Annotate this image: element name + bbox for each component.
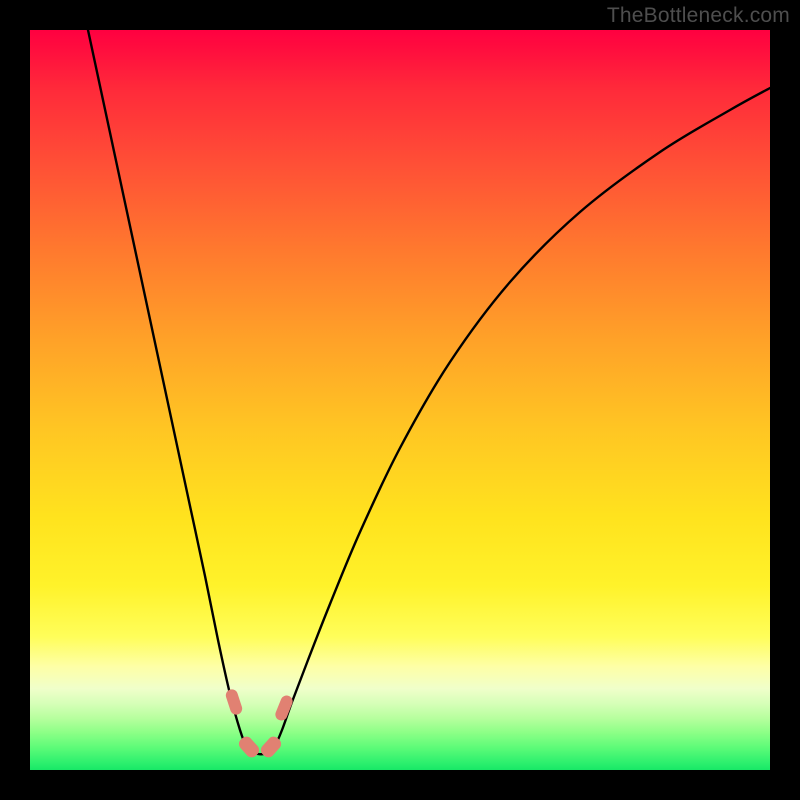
curve-layer: [30, 30, 770, 770]
bottleneck-curve: [88, 30, 770, 754]
plot-area: [30, 30, 770, 770]
watermark-text: TheBottleneck.com: [607, 4, 790, 28]
